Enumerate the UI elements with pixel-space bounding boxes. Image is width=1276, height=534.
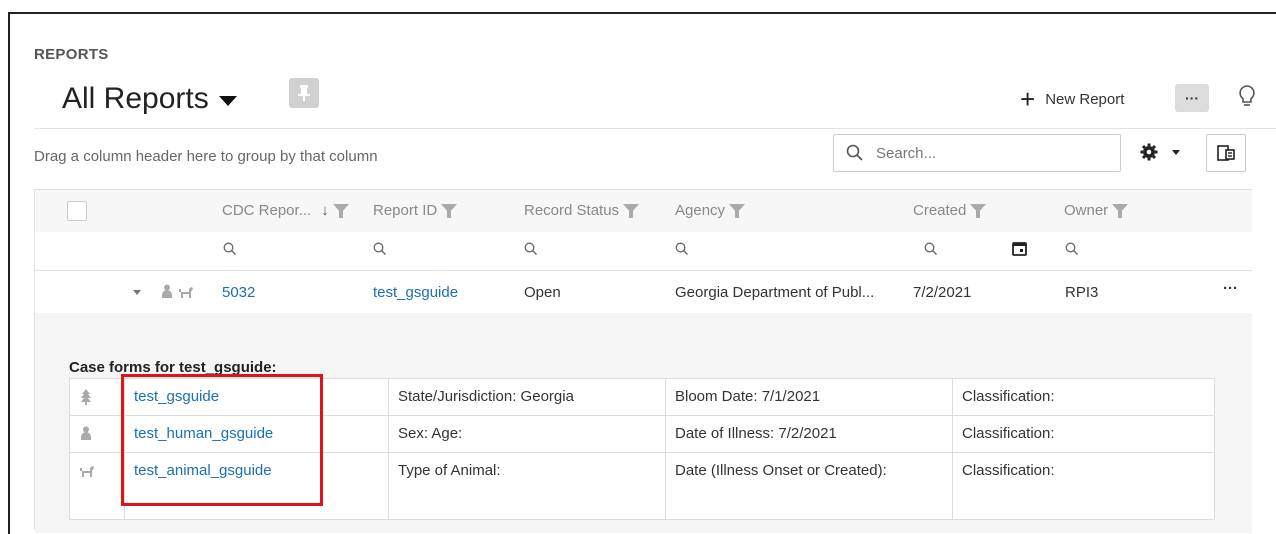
column-label: Created [913, 202, 967, 219]
column-label: Report ID [373, 202, 438, 219]
column-label: Record Status [524, 202, 620, 219]
search-icon [846, 144, 863, 161]
view-title: All Reports [62, 82, 209, 115]
dog-icon [79, 464, 95, 481]
search-input[interactable] [874, 143, 1108, 163]
person-icon [161, 284, 173, 302]
column-header-record-status[interactable]: Record Status [524, 202, 640, 219]
case-form-field: Classification: [962, 388, 1055, 405]
case-form-field: Sex: Age: [398, 425, 463, 442]
search-icon[interactable] [373, 242, 387, 256]
chevron-down-icon [1172, 149, 1180, 155]
filter-icon[interactable] [332, 204, 349, 218]
column-label: Agency [675, 202, 726, 219]
filter-icon[interactable] [970, 204, 987, 218]
cdc-report-link[interactable]: 5032 [222, 284, 255, 301]
search-icon[interactable] [1065, 242, 1079, 256]
gear-icon [1140, 143, 1158, 161]
person-icon [80, 426, 92, 444]
filter-icon[interactable] [441, 204, 458, 218]
column-label: CDC Repor... [222, 202, 312, 219]
highlight-box [121, 374, 323, 506]
dog-icon [178, 285, 194, 302]
row-actions-button[interactable]: ··· [1223, 280, 1238, 297]
owner: RPI3 [1065, 284, 1099, 301]
column-chooser-icon [1217, 145, 1235, 161]
search-icon[interactable] [675, 242, 689, 256]
search-icon[interactable] [524, 242, 538, 256]
case-form-field: Date (Illness Onset or Created): [675, 462, 887, 479]
search-icon[interactable] [924, 242, 938, 256]
grid-header: CDC Repor... ↓ Report ID Record Status A… [35, 190, 1252, 233]
filter-icon[interactable] [623, 204, 640, 218]
case-form-field: Classification: [962, 462, 1055, 479]
column-label: Owner [1064, 202, 1109, 219]
search-box[interactable] [833, 134, 1121, 172]
settings-menu[interactable] [1140, 143, 1180, 161]
tree-icon [80, 389, 92, 409]
sort-desc-icon[interactable]: ↓ [321, 202, 329, 219]
plus-icon: + [1020, 84, 1036, 114]
new-report-button[interactable]: + New Report [1020, 84, 1125, 114]
collapse-caret-icon[interactable] [133, 283, 141, 300]
section-label: REPORTS [34, 46, 109, 63]
select-all-checkbox[interactable] [67, 201, 87, 221]
group-by-hint: Drag a column header here to group by th… [34, 148, 378, 165]
case-form-field: Bloom Date: 7/1/2021 [675, 388, 821, 405]
pin-button[interactable] [289, 78, 319, 108]
agency: Georgia Department of Publ... [675, 284, 875, 301]
case-form-field: Classification: [962, 425, 1055, 442]
column-chooser-button[interactable] [1206, 134, 1246, 172]
filter-icon[interactable] [1112, 204, 1129, 218]
column-header-report-id[interactable]: Report ID [373, 202, 458, 219]
lightbulb-icon[interactable] [1237, 84, 1257, 115]
record-status: Open [524, 284, 561, 301]
view-selector[interactable]: All Reports [62, 82, 237, 116]
column-header-cdc-report[interactable]: CDC Repor... ↓ [222, 202, 349, 219]
filter-icon[interactable] [729, 204, 746, 218]
case-form-field: State/Jurisdiction: Georgia [398, 388, 574, 405]
case-form-field: Date of Illness: 7/2/2021 [675, 425, 837, 442]
pin-icon [298, 85, 310, 101]
caret-down-icon [218, 96, 237, 106]
ellipsis-icon: ··· [1185, 90, 1199, 106]
more-options-button[interactable]: ··· [1175, 84, 1209, 112]
table-row[interactable]: 5032 test_gsguide Open Georgia Departmen… [35, 271, 1252, 314]
search-icon[interactable] [223, 242, 237, 256]
created-date: 7/2/2021 [913, 284, 972, 301]
filter-row [35, 232, 1252, 271]
column-header-created[interactable]: Created [913, 202, 987, 219]
new-report-label: New Report [1045, 90, 1125, 108]
case-form-field: Type of Animal: [398, 462, 501, 479]
calendar-icon[interactable] [1012, 241, 1027, 256]
report-id-link[interactable]: test_gsguide [373, 284, 458, 301]
column-header-agency[interactable]: Agency [675, 202, 746, 219]
column-header-owner[interactable]: Owner [1064, 202, 1129, 219]
header-divider [34, 128, 1276, 129]
